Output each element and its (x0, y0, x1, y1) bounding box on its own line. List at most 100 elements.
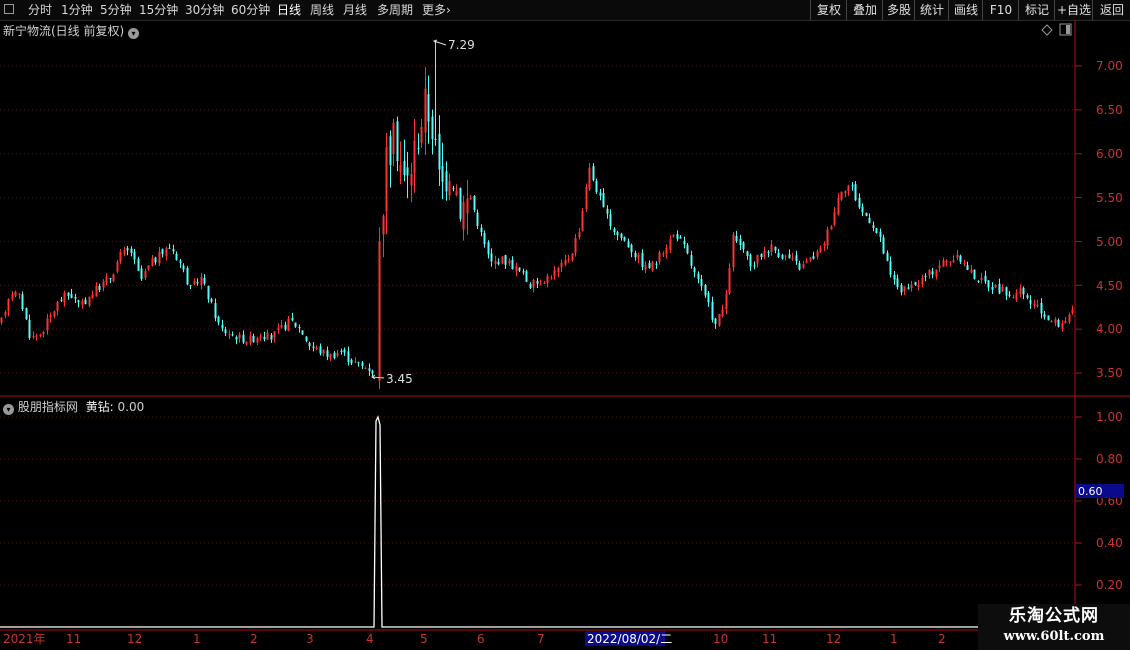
candle-body (175, 253, 178, 260)
candle-body (616, 232, 619, 235)
candle-body (945, 260, 948, 262)
candle-body (532, 279, 535, 288)
candle-body (861, 206, 864, 213)
candle-body (998, 283, 1001, 294)
y-tick-label: 4.50 (1096, 279, 1123, 293)
candle-body (865, 212, 868, 216)
candle-body (1054, 319, 1057, 323)
y-tick-label: 0.80 (1096, 452, 1123, 466)
candle-body (25, 307, 28, 320)
candle-body (658, 252, 661, 263)
candle-body (756, 254, 759, 264)
candle-body (1040, 302, 1043, 314)
y-tick-label: 4.00 (1096, 322, 1123, 336)
candle-body (123, 249, 126, 254)
candle-body (1036, 304, 1039, 307)
candle-body (886, 252, 889, 261)
candle-body (130, 248, 133, 253)
candle-body (168, 247, 171, 249)
candle-body (445, 171, 448, 192)
watermark-logo: 乐淘公式网 www.60lt.com (978, 604, 1130, 650)
candle-body (347, 351, 350, 362)
time-axis: 2021年 11 12 1 2 3 4 5 6 7 2022/08/02/二 1… (3, 631, 946, 646)
candle-body (294, 322, 297, 327)
candle-body (224, 329, 227, 334)
candle-body (326, 350, 329, 357)
candle-body (963, 262, 966, 264)
candle-body (935, 269, 938, 277)
candle-body (987, 280, 990, 288)
candle-body (343, 349, 346, 353)
candle-body (826, 229, 829, 246)
candle-body (627, 241, 630, 248)
candle-body (403, 160, 406, 176)
candle-body (550, 277, 553, 279)
candle-body (1071, 309, 1074, 314)
candle-body (511, 259, 514, 270)
candle-body (301, 330, 304, 335)
candle-body (483, 233, 486, 244)
candle-body (711, 301, 714, 320)
candle-body (214, 303, 217, 319)
candle-body (196, 281, 199, 284)
candle-body (585, 186, 588, 210)
candle-body (805, 261, 808, 263)
candle-body (784, 255, 787, 257)
candle-body (980, 277, 983, 280)
low-price-annotation: 3.45 (371, 372, 413, 386)
main-y-axis: 7.00 6.50 6.00 5.50 5.00 4.50 4.00 3.50 (1096, 59, 1123, 380)
candle-body (259, 336, 262, 338)
candle-body (469, 197, 472, 200)
candle-body (1057, 319, 1060, 327)
candle-body (396, 121, 399, 162)
candle-body (277, 327, 280, 331)
y-tick-label: 5.50 (1096, 191, 1123, 205)
time-label: 3 (306, 632, 314, 646)
candle-body (438, 133, 441, 170)
diamond-icon[interactable] (1041, 24, 1053, 36)
candle-body (242, 334, 245, 343)
candle-body (721, 309, 724, 317)
candle-body (949, 261, 952, 263)
time-label: 1 (890, 632, 898, 646)
candle-body (133, 251, 136, 260)
candle-body (1061, 323, 1064, 330)
candle-body (788, 254, 791, 259)
candle-body (95, 285, 98, 297)
candle-body (287, 318, 290, 331)
candle-body (420, 126, 423, 143)
candle-body (186, 267, 189, 285)
time-label: 1 (193, 632, 201, 646)
candle-body (462, 202, 465, 230)
time-label: 10 (713, 632, 728, 646)
candle-body (977, 280, 980, 282)
candle-body (669, 239, 672, 251)
candle-body (921, 277, 924, 285)
candle-body (970, 269, 973, 273)
time-label: 12 (826, 632, 841, 646)
candle-body (714, 318, 717, 325)
candle-body (364, 368, 367, 370)
candle-body (476, 212, 479, 226)
panel-toggle-icon[interactable] (1059, 23, 1072, 36)
candle-body (924, 275, 927, 277)
candle-body (606, 209, 609, 214)
chart-canvas[interactable]: 7.00 6.50 6.00 5.50 5.00 4.50 4.00 3.50 … (0, 0, 1130, 650)
candle-body (655, 263, 658, 265)
candle-body (497, 262, 500, 265)
candle-body (28, 319, 31, 339)
candle-body (112, 274, 115, 282)
candle-body (882, 237, 885, 254)
candle-body (735, 236, 738, 242)
candle-body (151, 258, 154, 266)
candle-body (217, 316, 220, 323)
candle-body (340, 350, 343, 352)
candle-body (903, 286, 906, 292)
candle-body (900, 285, 903, 293)
candle-body (382, 216, 385, 235)
candle-body (984, 275, 987, 282)
candle-body (868, 217, 871, 223)
time-label: 6 (477, 632, 485, 646)
candle-body (725, 293, 728, 309)
candle-body (158, 251, 161, 264)
